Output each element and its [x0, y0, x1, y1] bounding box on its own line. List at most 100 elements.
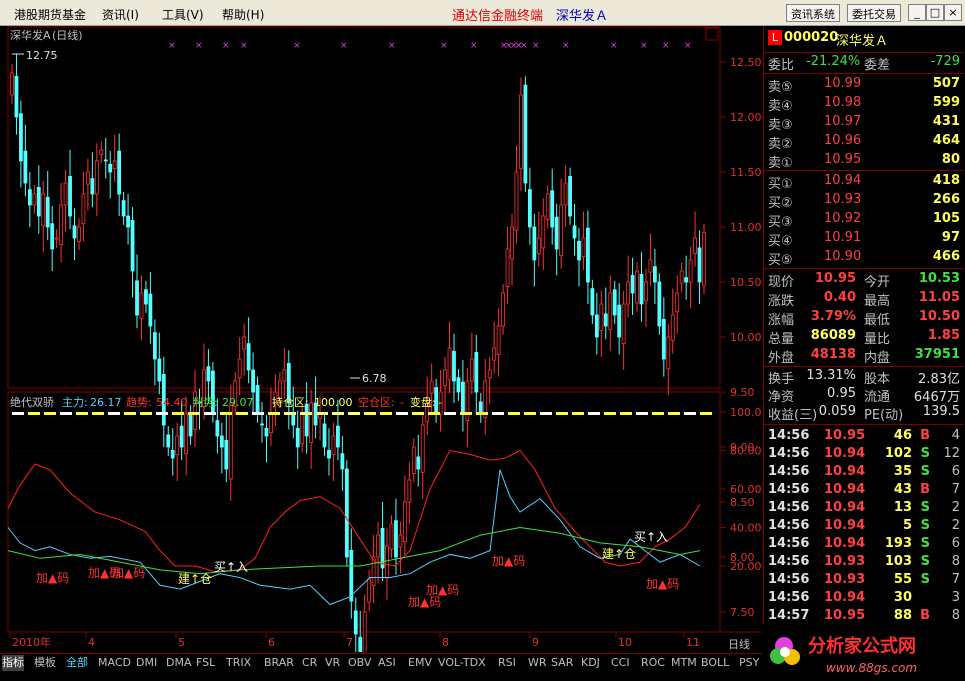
- menu-hk-futures[interactable]: 港股期货基金: [14, 6, 86, 23]
- buy-row: 买② 10.93 266: [768, 192, 960, 211]
- candle-body: [420, 424, 425, 473]
- candle-body: [336, 425, 340, 448]
- biancang-value: -: [438, 396, 442, 409]
- tab-mtm[interactable]: MTM: [671, 655, 697, 671]
- tick-row: 14:56 10.94 102 S 12: [768, 446, 960, 461]
- price-tick-label: 11.00: [730, 221, 762, 234]
- minimize-icon[interactable]: _: [908, 4, 926, 21]
- marker-icon: ×: [640, 41, 648, 51]
- zone-segment: [188, 412, 200, 415]
- marker-icon: ×: [388, 41, 396, 51]
- tab-wr[interactable]: WR: [528, 655, 547, 671]
- menu-help[interactable]: 帮助(H): [222, 6, 264, 23]
- candle-body: [487, 369, 492, 379]
- candle-body: [545, 193, 550, 220]
- candle-body: [108, 163, 113, 173]
- chart-area[interactable]: 深华发A (日线) 12.75 6.78 12.50 12.00 11.50 11.0…: [0, 26, 769, 675]
- chart-header-period: (日线): [52, 28, 83, 42]
- candle-body: [469, 358, 474, 382]
- tab-指标[interactable]: 指标: [2, 655, 24, 671]
- candle-body: [572, 225, 577, 239]
- tab-fsl[interactable]: FSL: [196, 655, 215, 671]
- tab-cci[interactable]: CCI: [611, 655, 630, 671]
- candle-body: [527, 189, 532, 228]
- candle-body: [215, 420, 220, 437]
- candle-body: [295, 427, 300, 448]
- candle-body: [652, 266, 657, 283]
- candle-body: [496, 325, 501, 356]
- menu-info[interactable]: 资讯(I): [102, 6, 139, 23]
- marker-icon: ×: [222, 41, 230, 51]
- candle-body: [492, 347, 497, 361]
- zone-segment: [444, 412, 456, 415]
- biancang-label: 变盘:: [410, 395, 436, 409]
- zhuli-value: 26.17: [90, 396, 122, 409]
- candle-body: [237, 358, 242, 379]
- candle-body: [367, 578, 372, 603]
- tab-全部[interactable]: 全部: [66, 655, 88, 671]
- sell-row: 卖④ 10.98 599: [768, 95, 960, 114]
- tab-asi[interactable]: ASI: [378, 655, 396, 671]
- candle-body: [349, 550, 354, 602]
- price-tick-label: 12.50: [730, 56, 762, 69]
- candle-body: [416, 456, 421, 470]
- sell-row: 卖① 10.95 80: [768, 152, 960, 171]
- candle-body: [255, 384, 260, 415]
- logo-url: www.88gs.com: [826, 661, 917, 675]
- candle-body: [443, 369, 447, 386]
- close-icon[interactable]: ×: [944, 4, 962, 21]
- logo-text: 分析家公式网: [808, 635, 916, 657]
- menu-tools[interactable]: 工具(V): [162, 6, 204, 23]
- restore-icon[interactable]: □: [926, 4, 944, 21]
- tab-kdj[interactable]: KDJ: [581, 655, 600, 671]
- tab-obv[interactable]: OBV: [348, 655, 371, 671]
- weibi-label: 委比: [768, 58, 795, 73]
- candle-body: [452, 350, 456, 382]
- price-tick-label: 10.00: [730, 331, 762, 344]
- tab-cr[interactable]: CR: [302, 655, 317, 671]
- tab-brar[interactable]: BRAR: [264, 655, 294, 671]
- tab-emv[interactable]: EMV: [408, 655, 432, 671]
- tab-trix[interactable]: TRIX: [226, 655, 251, 671]
- info-system-button[interactable]: 资讯系统: [786, 4, 840, 22]
- tab-boll[interactable]: BOLL: [701, 655, 729, 671]
- buy-row: 买③ 10.92 105: [768, 211, 960, 230]
- candle-body: [461, 381, 465, 415]
- candle-body: [344, 468, 349, 558]
- candle-body: [599, 303, 604, 331]
- quote-panel: L 000020 深华发Ａ 委比 -21.24% 委差 -729 卖⑤ 10.99…: [763, 26, 965, 624]
- tab-dma[interactable]: DMA: [166, 655, 192, 671]
- candle-body: [684, 277, 689, 283]
- price-panel-frame: [7, 26, 721, 389]
- zone-segment: [204, 412, 216, 415]
- candle-body: [362, 611, 367, 654]
- zone-segment: [300, 412, 312, 415]
- zone-segment: [364, 412, 376, 415]
- zone-segment: [508, 412, 520, 415]
- kline-chart[interactable]: 深华发A (日线) 12.75 6.78 12.50 12.00 11.50 11.0…: [0, 26, 769, 675]
- qushi-label: 趋势:: [126, 396, 152, 409]
- stat2-row: 收益(三) 0.059 PE(动) 139.5: [768, 404, 960, 423]
- tab-rsi[interactable]: RSI: [498, 655, 516, 671]
- panel-toggle-icon[interactable]: [705, 27, 719, 41]
- candle-body: [559, 204, 564, 256]
- date-tick-label: 4: [88, 636, 95, 649]
- tab-macd[interactable]: MACD: [98, 655, 131, 671]
- candle-body: [269, 413, 273, 434]
- trade-button[interactable]: 委托交易: [847, 4, 901, 22]
- tick-row: 14:56 10.94 5 S 2: [768, 518, 960, 533]
- zone-segment: [332, 412, 344, 415]
- tab-roc[interactable]: ROC: [641, 655, 665, 671]
- zone-segment: [556, 412, 568, 415]
- tab-模板[interactable]: 模板: [34, 655, 56, 671]
- candle-body: [117, 150, 122, 195]
- tab-vr[interactable]: VR: [325, 655, 340, 671]
- tab-sar[interactable]: SAR: [551, 655, 573, 671]
- tab-dmi[interactable]: DMI: [136, 655, 157, 671]
- price-tick-label: 7.50: [730, 606, 755, 619]
- candle-body: [501, 292, 505, 327]
- candle-body: [586, 227, 590, 283]
- tab-vol-tdx[interactable]: VOL-TDX: [438, 655, 486, 671]
- candle-body: [68, 175, 72, 217]
- tab-psy[interactable]: PSY: [739, 655, 759, 671]
